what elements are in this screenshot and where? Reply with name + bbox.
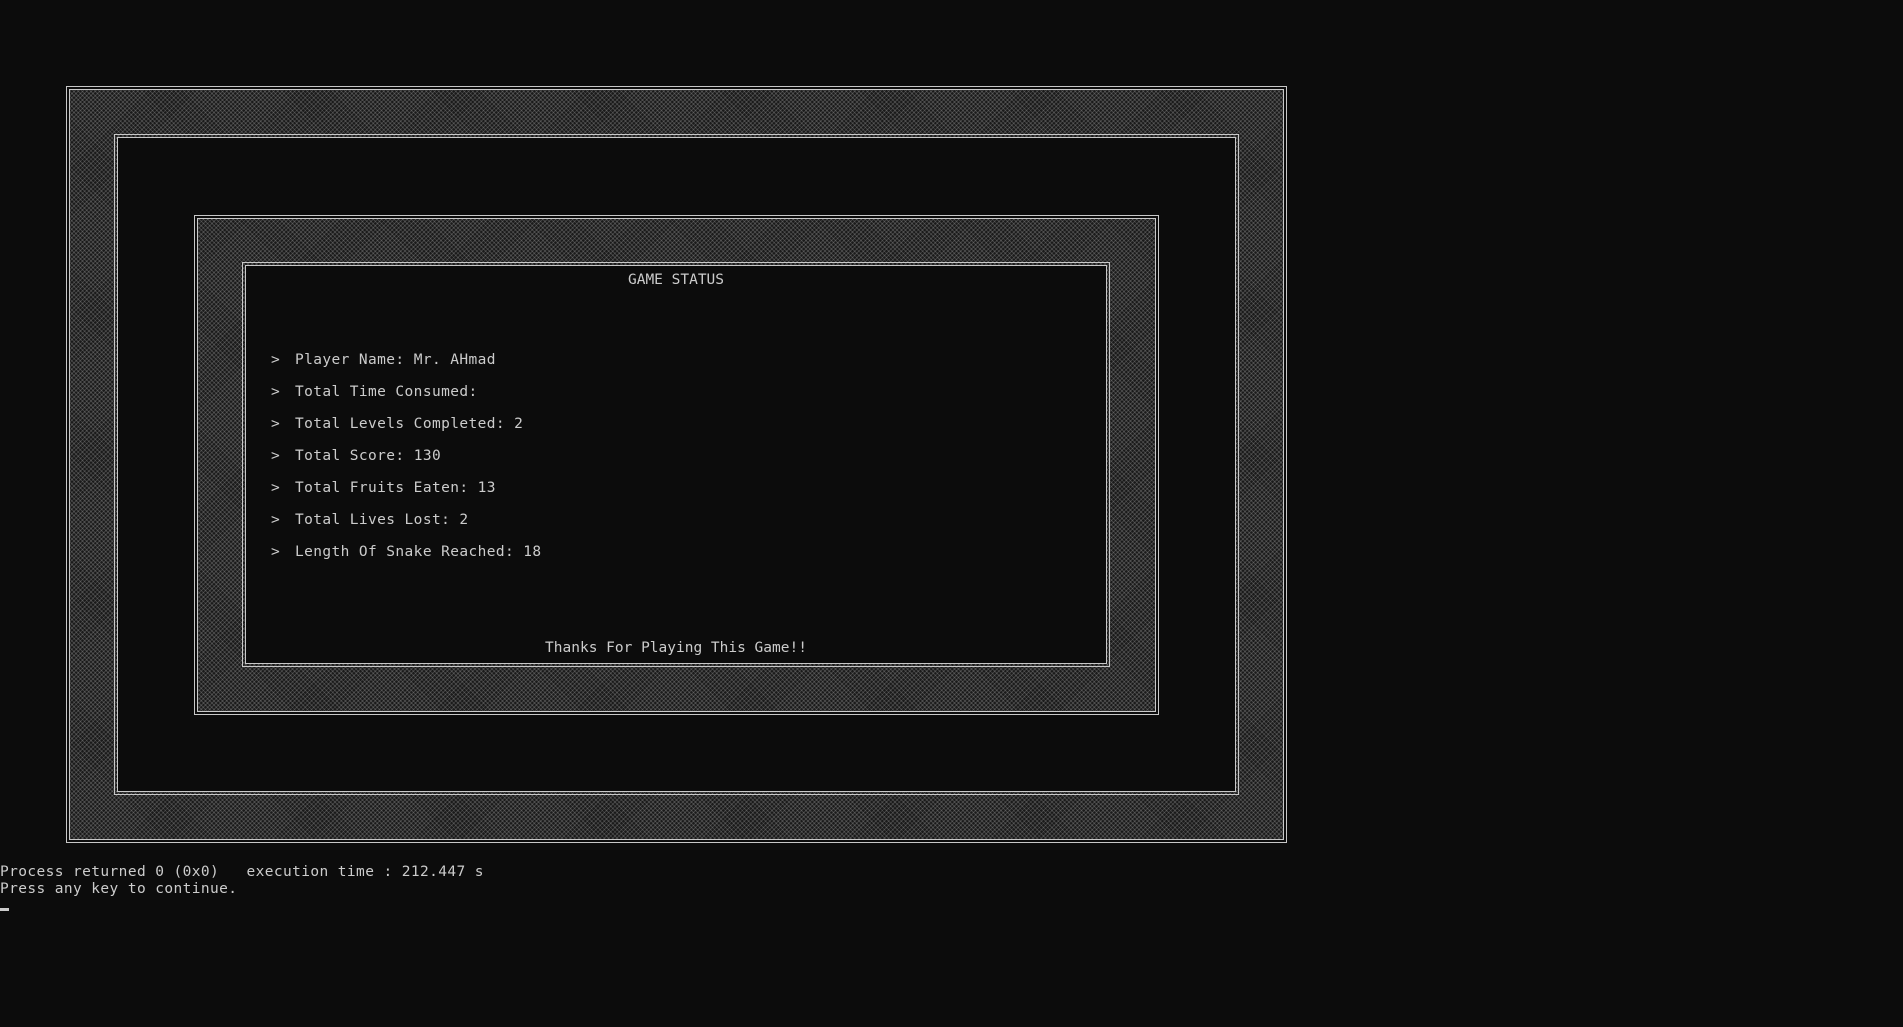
stat-total-time: > Total Time Consumed: [271,383,487,401]
stat-value: 2 [514,416,524,432]
stat-player-name: > Player Name: Mr. AHmad [271,351,496,369]
stat-label: Length Of Snake Reached: [295,544,524,560]
stat-value: 2 [459,512,469,528]
game-status-title: GAME STATUS [627,272,725,288]
bullet-marker: > [271,480,281,496]
stat-label: Total Score: [295,448,414,464]
stat-label: Player Name: [295,352,414,368]
bullet-marker: > [271,384,281,400]
stat-levels-completed: > Total Levels Completed: 2 [271,415,523,433]
stat-total-score: > Total Score: 130 [271,447,441,465]
bullet-marker: > [271,416,281,432]
bullet-marker: > [271,352,281,368]
stat-label: Total Time Consumed: [295,384,487,400]
stat-label: Total Fruits Eaten: [295,480,478,496]
bullet-marker: > [271,512,281,528]
stat-value: 13 [477,480,496,496]
stat-lives-lost: > Total Lives Lost: 2 [271,511,468,529]
stat-value: Mr. AHmad [413,352,496,368]
stat-snake-length: > Length Of Snake Reached: 18 [271,543,542,561]
thanks-message: Thanks For Playing This Game!! [545,640,807,656]
bullet-marker: > [271,448,281,464]
stat-value: 130 [413,448,442,464]
stat-label: Total Lives Lost: [295,512,460,528]
stat-value: 18 [523,544,542,560]
process-returned-line: Process returned 0 (0x0) execution time … [0,864,484,880]
console-cursor[interactable] [0,908,9,911]
stat-fruits-eaten: > Total Fruits Eaten: 13 [271,479,496,497]
press-any-key-line: Press any key to continue. [0,881,238,897]
stat-label: Total Levels Completed: [295,416,515,432]
bullet-marker: > [271,544,281,560]
